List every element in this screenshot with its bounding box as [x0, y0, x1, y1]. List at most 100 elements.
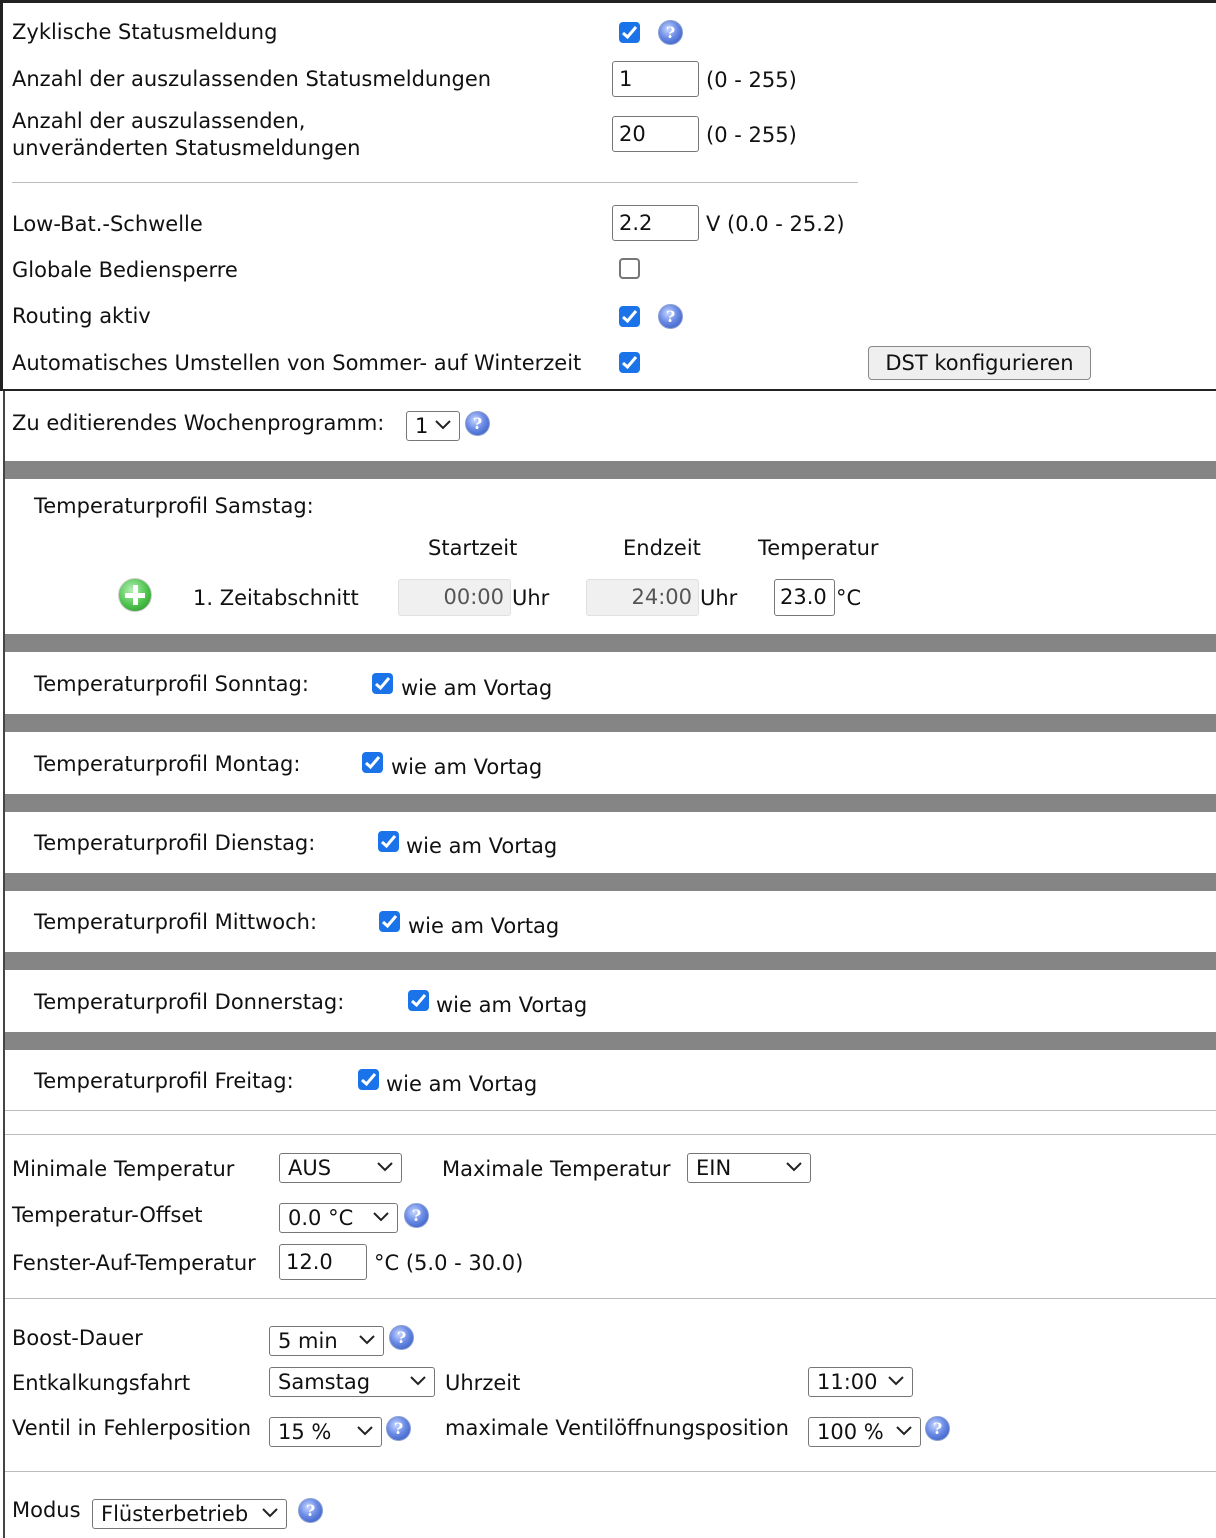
skip-unchanged-range: (0 - 255) — [706, 123, 797, 147]
help-icon[interactable]: ? — [386, 1416, 411, 1441]
auto-dst-label: Automatisches Umstellen von Sommer- auf … — [12, 351, 582, 375]
offset-label: Temperatur-Offset — [12, 1203, 203, 1227]
add-icon[interactable] — [118, 578, 152, 612]
max-temp-label: Maximale Temperatur — [442, 1157, 671, 1181]
mode-label: Modus — [12, 1498, 81, 1522]
global-lock-checkbox[interactable] — [619, 258, 640, 279]
valve-error-select[interactable]: 15 % — [269, 1417, 382, 1447]
same-as-previous-label: wie am Vortag — [401, 676, 553, 700]
mode-value: Flüsterbetrieb — [101, 1502, 249, 1526]
same-as-previous-label: wie am Vortag — [391, 755, 543, 779]
help-icon[interactable]: ? — [298, 1498, 323, 1523]
help-icon[interactable]: ? — [404, 1203, 429, 1228]
window-temp-range: °C (5.0 - 30.0) — [374, 1251, 524, 1275]
chevron-down-icon — [896, 1426, 912, 1436]
dst-configure-button[interactable]: DST konfigurieren — [868, 346, 1091, 380]
day-title-mittwoch: Temperaturprofil Mittwoch: — [34, 910, 318, 934]
cyclic-status-checkbox[interactable] — [619, 22, 640, 43]
chevron-down-icon — [262, 1508, 278, 1518]
valve-max-select[interactable]: 100 % — [808, 1417, 921, 1447]
low-bat-range: V (0.0 - 25.2) — [706, 212, 845, 236]
col-end-header: Endzeit — [623, 536, 701, 560]
decalc-select[interactable]: Samstag — [269, 1367, 435, 1397]
boost-select[interactable]: 5 min — [269, 1326, 384, 1356]
same-as-previous-label: wie am Vortag — [386, 1072, 538, 1096]
temperature-input[interactable]: 23.0 — [774, 579, 835, 616]
start-time-input: 00:00 — [398, 579, 511, 616]
max-temp-select[interactable]: EIN — [687, 1153, 811, 1183]
chevron-down-icon — [359, 1335, 375, 1345]
chevron-down-icon — [435, 420, 451, 430]
same-as-previous-label: wie am Vortag — [406, 834, 558, 858]
skip-status-range: (0 - 255) — [706, 68, 797, 92]
col-start-header: Startzeit — [428, 536, 518, 560]
help-icon[interactable]: ? — [389, 1325, 414, 1350]
boost-hr — [5, 1298, 1216, 1299]
same-as-previous-checkbox[interactable] — [378, 831, 399, 852]
window-temp-input[interactable]: 12.0 — [279, 1244, 367, 1280]
day-title-freitag: Temperaturprofil Freitag: — [34, 1069, 294, 1093]
skip-status-input[interactable]: 1 — [612, 61, 699, 97]
end-unit: Uhr — [700, 586, 738, 610]
week-program-label: Zu editierendes Wochenprogramm: — [12, 411, 385, 435]
grey-bar — [5, 634, 1216, 652]
skip-status-label: Anzahl der auszulassenden Statusmeldunge… — [12, 67, 492, 91]
decalc-time-select[interactable]: 11:00 — [808, 1367, 913, 1397]
help-icon[interactable]: ? — [925, 1416, 950, 1441]
same-as-previous-label: wie am Vortag — [408, 914, 560, 938]
grey-bar — [5, 1032, 1216, 1050]
chevron-down-icon — [410, 1376, 426, 1386]
mode-hr — [5, 1471, 1216, 1472]
day-title-donnerstag: Temperaturprofil Donnerstag: — [34, 990, 345, 1014]
end-time-input: 24:00 — [586, 579, 699, 616]
temperature-unit: °C — [836, 586, 862, 610]
same-as-previous-checkbox[interactable] — [372, 673, 393, 694]
grey-bar — [5, 794, 1216, 812]
mode-select[interactable]: Flüsterbetrieb — [92, 1499, 287, 1529]
chevron-down-icon — [377, 1162, 393, 1172]
min-temp-select[interactable]: AUS — [279, 1153, 402, 1183]
chevron-down-icon — [357, 1426, 373, 1436]
chevron-down-icon — [786, 1162, 802, 1172]
skip-unchanged-label-1: Anzahl der auszulassenden, — [12, 109, 306, 133]
col-temp-header: Temperatur — [758, 536, 879, 560]
same-as-previous-checkbox[interactable] — [379, 911, 400, 932]
valve-max-label: maximale Ventilöffnungsposition — [445, 1416, 789, 1440]
auto-dst-checkbox[interactable] — [619, 352, 640, 373]
start-unit: Uhr — [512, 586, 550, 610]
decalc-time-value: 11:00 — [817, 1370, 878, 1394]
day-title-montag: Temperaturprofil Montag: — [34, 752, 301, 776]
min-temp-label: Minimale Temperatur — [12, 1157, 235, 1181]
same-as-previous-checkbox[interactable] — [408, 990, 429, 1011]
help-icon[interactable]: ? — [658, 20, 683, 45]
skip-unchanged-label-2: unveränderten Statusmeldungen — [12, 136, 361, 160]
same-as-previous-checkbox[interactable] — [358, 1069, 379, 1090]
valve-error-value: 15 % — [278, 1420, 332, 1444]
profile-end-hr — [5, 1110, 1216, 1111]
week-program-select[interactable]: 1 — [406, 411, 460, 441]
skip-unchanged-input[interactable]: 20 — [612, 116, 699, 152]
routing-checkbox[interactable] — [619, 306, 640, 327]
grey-bar — [5, 873, 1216, 891]
chevron-down-icon — [888, 1376, 904, 1386]
general-hr — [12, 182, 858, 183]
decalc-label: Entkalkungsfahrt — [12, 1371, 191, 1395]
cyclic-status-label: Zyklische Statusmeldung — [12, 20, 278, 44]
same-as-previous-label: wie am Vortag — [436, 993, 588, 1017]
section-divider — [0, 389, 1216, 391]
help-icon[interactable]: ? — [658, 304, 683, 329]
valve-max-value: 100 % — [817, 1420, 884, 1444]
offset-select[interactable]: 0.0 °C — [279, 1203, 398, 1233]
low-bat-label: Low-Bat.-Schwelle — [12, 212, 203, 236]
max-temp-value: EIN — [696, 1156, 732, 1180]
decalc-time-label: Uhrzeit — [445, 1371, 521, 1395]
low-bat-input[interactable]: 2.2 — [612, 205, 699, 241]
help-icon[interactable]: ? — [465, 411, 490, 436]
grey-bar — [5, 461, 1216, 479]
same-as-previous-checkbox[interactable] — [362, 752, 383, 773]
boost-label: Boost-Dauer — [12, 1326, 143, 1350]
saturday-title: Temperaturprofil Samstag: — [34, 494, 314, 518]
week-program-value: 1 — [415, 414, 429, 438]
grey-bar — [5, 952, 1216, 970]
offset-value: 0.0 °C — [288, 1206, 354, 1230]
